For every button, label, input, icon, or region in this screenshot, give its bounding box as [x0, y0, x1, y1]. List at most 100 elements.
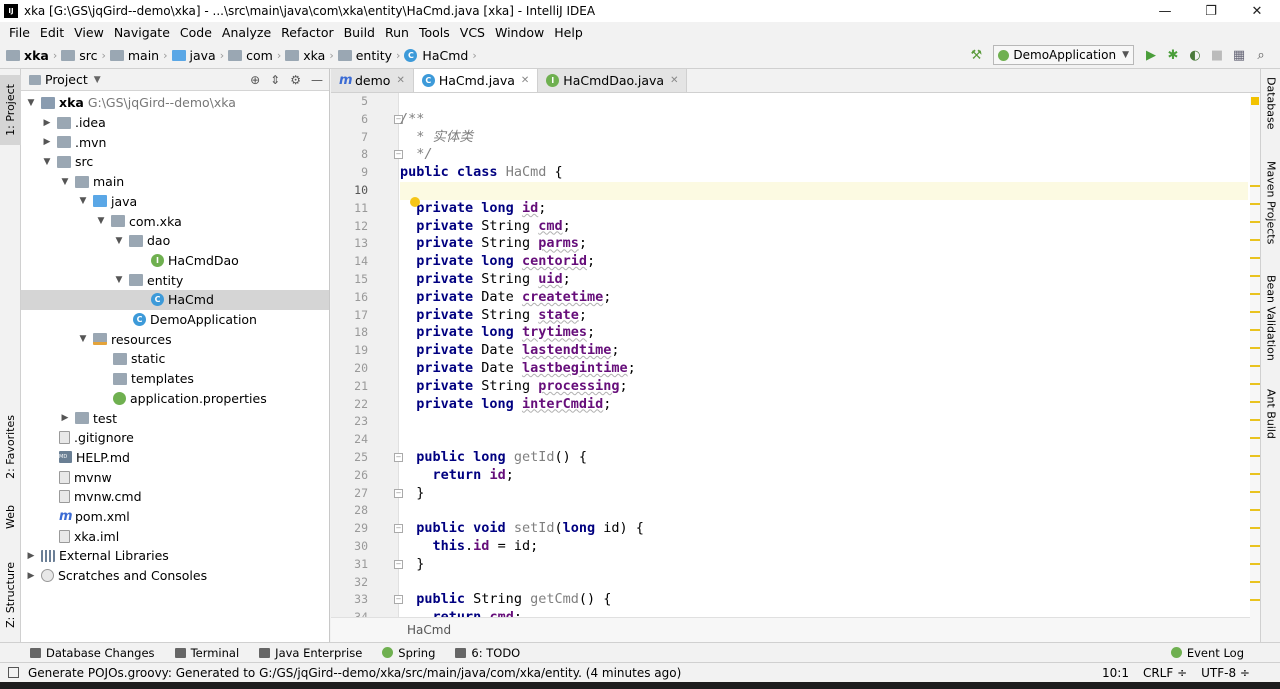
tree-row-mvn[interactable]: ▶ .mvn	[21, 132, 329, 152]
crumb-src[interactable]: src ›	[61, 48, 106, 63]
bean-validation-tool-tab[interactable]: Bean Validation	[1261, 275, 1280, 375]
tree-row-src[interactable]: ▼ src	[21, 152, 329, 172]
caret-position[interactable]: 10:1	[1102, 666, 1129, 680]
tree-row-java[interactable]: ▼ java	[21, 192, 329, 212]
tree-row-gitignore[interactable]: .gitignore	[21, 428, 329, 448]
tab-hacmddao-java[interactable]: I HaCmdDao.java ✕	[538, 69, 688, 92]
collapsed-arrow-icon[interactable]: ▶	[25, 551, 37, 561]
chevron-down-icon[interactable]: ▼	[94, 75, 101, 85]
tree-row-help-md[interactable]: MD HELP.md	[21, 448, 329, 468]
file-encoding[interactable]: UTF-8 ÷	[1201, 666, 1250, 680]
tree-row-idea[interactable]: ▶ .idea	[21, 113, 329, 133]
tree-row-hacmd[interactable]: C HaCmd	[21, 290, 329, 310]
locate-icon[interactable]: ⊕	[250, 73, 260, 87]
close-tab-icon[interactable]: ✕	[396, 75, 404, 86]
expanded-arrow-icon[interactable]: ▼	[25, 98, 37, 108]
tree-row-mvnw[interactable]: mvnw	[21, 467, 329, 487]
todo-tab[interactable]: 6: TODO	[455, 646, 520, 660]
menu-edit[interactable]: Edit	[35, 25, 69, 40]
web-tool-tab[interactable]: Web	[0, 497, 21, 537]
menu-build[interactable]: Build	[339, 25, 380, 40]
crumb-xka-pkg[interactable]: xka ›	[285, 48, 334, 63]
project-tool-tab[interactable]: 1: Project	[0, 75, 21, 145]
menu-help[interactable]: Help	[549, 25, 588, 40]
crumb-com[interactable]: com ›	[228, 48, 281, 63]
menu-run[interactable]: Run	[380, 25, 414, 40]
crumb-xka[interactable]: xka ›	[6, 48, 57, 63]
expanded-arrow-icon[interactable]: ▼	[113, 275, 125, 285]
crumb-entity[interactable]: entity ›	[337, 48, 400, 63]
ant-build-tool-tab[interactable]: Ant Build	[1261, 389, 1280, 459]
lightbulb-icon[interactable]	[410, 196, 420, 207]
coverage-icon[interactable]: ◐	[1186, 46, 1204, 64]
stop-icon[interactable]: ■	[1208, 46, 1226, 64]
expanded-arrow-icon[interactable]: ▼	[77, 334, 89, 344]
collapsed-arrow-icon[interactable]: ▶	[25, 571, 37, 581]
menu-vcs[interactable]: VCS	[455, 25, 490, 40]
warning-indicator-icon[interactable]	[1251, 97, 1259, 105]
project-view-select[interactable]: Project	[45, 72, 88, 87]
project-structure-icon[interactable]: ▦	[1230, 46, 1248, 64]
tree-row-templates[interactable]: templates	[21, 369, 329, 389]
structure-tool-tab[interactable]: Z: Structure	[0, 555, 21, 635]
tree-row-resources[interactable]: ▼ resources	[21, 329, 329, 349]
tree-row-dao[interactable]: ▼ dao	[21, 231, 329, 251]
close-button[interactable]: ✕	[1234, 0, 1280, 22]
tree-row-pom-xml[interactable]: m pom.xml	[21, 507, 329, 527]
tree-row-entity[interactable]: ▼ entity	[21, 270, 329, 290]
menu-view[interactable]: View	[69, 25, 109, 40]
hammer-build-icon[interactable]: ⚒	[967, 46, 985, 64]
tool-windows-toggle-icon[interactable]	[8, 667, 19, 678]
gear-icon[interactable]: ⚙	[290, 73, 301, 87]
tree-row-hacmddao[interactable]: I HaCmdDao	[21, 251, 329, 271]
tree-row-com-xka[interactable]: ▼ com.xka	[21, 211, 329, 231]
tree-row-main[interactable]: ▼ main	[21, 172, 329, 192]
spring-tab[interactable]: Spring	[382, 646, 435, 660]
tree-row-test[interactable]: ▶ test	[21, 408, 329, 428]
crumb-java[interactable]: java ›	[171, 48, 224, 63]
hide-icon[interactable]: —	[311, 73, 323, 87]
code-view[interactable]: /** * 实体类 */ public class HaCmd { privat…	[400, 93, 1250, 617]
debug-icon[interactable]: ✱	[1164, 46, 1182, 64]
menu-code[interactable]: Code	[175, 25, 217, 40]
close-tab-icon[interactable]: ✕	[521, 75, 529, 86]
expanded-arrow-icon[interactable]: ▼	[113, 236, 125, 246]
expanded-arrow-icon[interactable]: ▼	[41, 157, 53, 167]
maximize-button[interactable]: ❐	[1188, 0, 1234, 22]
collapsed-arrow-icon[interactable]: ▶	[41, 137, 53, 147]
menu-window[interactable]: Window	[490, 25, 549, 40]
event-log-tab[interactable]: Event Log	[1170, 646, 1244, 660]
tree-row-mvnw-cmd[interactable]: mvnw.cmd	[21, 487, 329, 507]
tree-row-application-properties[interactable]: application.properties	[21, 389, 329, 409]
favorites-tool-tab[interactable]: 2: Favorites	[0, 407, 21, 487]
tree-row-demoapplication[interactable]: C DemoApplication	[21, 310, 329, 330]
expanded-arrow-icon[interactable]: ▼	[95, 216, 107, 226]
line-separator[interactable]: CRLF ÷	[1143, 666, 1187, 680]
run-configuration-select[interactable]: DemoApplication ▼	[993, 45, 1134, 65]
crumb-hacmd[interactable]: C HaCmd ›	[404, 48, 477, 63]
error-stripe[interactable]	[1250, 93, 1260, 642]
maven-tool-tab[interactable]: Maven Projects	[1261, 161, 1280, 261]
status-message[interactable]: Generate POJOs.groovy: Generated to G:/G…	[28, 666, 681, 680]
collapse-all-icon[interactable]: ⇕	[270, 73, 280, 87]
run-icon[interactable]: ▶	[1142, 46, 1160, 64]
menu-analyze[interactable]: Analyze	[217, 25, 276, 40]
menu-refactor[interactable]: Refactor	[276, 25, 338, 40]
close-tab-icon[interactable]: ✕	[670, 75, 678, 86]
tree-row-xka[interactable]: ▼ xka G:\GS\jqGird--demo\xka	[21, 93, 329, 113]
database-tool-tab[interactable]: Database	[1261, 77, 1280, 147]
collapsed-arrow-icon[interactable]: ▶	[41, 118, 53, 128]
tree-row-scratches[interactable]: ▶ Scratches and Consoles	[21, 566, 329, 586]
crumb-main[interactable]: main ›	[109, 48, 168, 63]
menu-tools[interactable]: Tools	[414, 25, 455, 40]
tree-row-static[interactable]: static	[21, 349, 329, 369]
search-everywhere-icon[interactable]: ⌕	[1252, 46, 1270, 64]
minimize-button[interactable]: —	[1142, 0, 1188, 22]
tree-row-external-libraries[interactable]: ▶ External Libraries	[21, 546, 329, 566]
tree-row-xka-iml[interactable]: xka.iml	[21, 526, 329, 546]
menu-file[interactable]: File	[4, 25, 35, 40]
java-enterprise-tab[interactable]: Java Enterprise	[259, 646, 362, 660]
tab-hacmd-java[interactable]: C HaCmd.java ✕	[413, 69, 539, 92]
collapsed-arrow-icon[interactable]: ▶	[59, 413, 71, 423]
menu-navigate[interactable]: Navigate	[109, 25, 175, 40]
